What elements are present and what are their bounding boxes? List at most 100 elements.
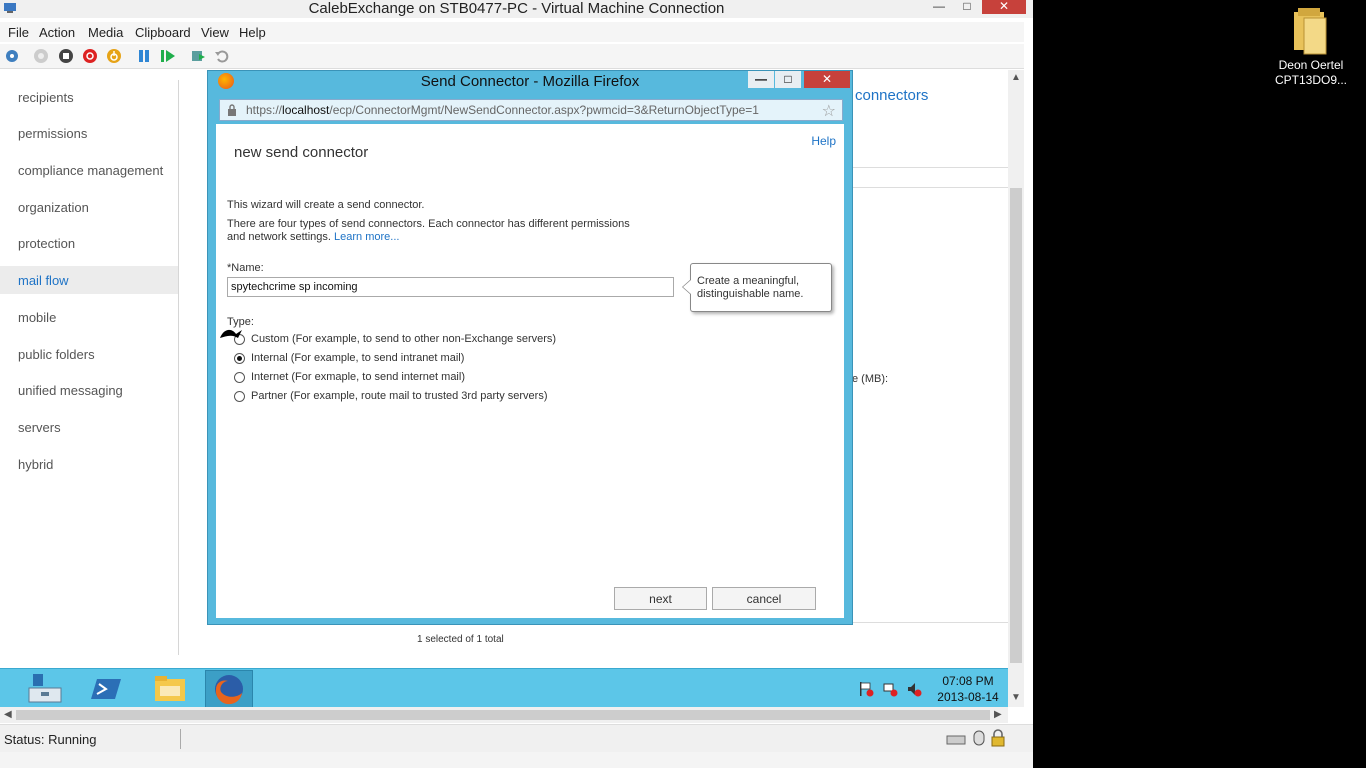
wizard-heading: new send connector bbox=[234, 144, 369, 161]
ctrl-alt-del-icon[interactable] bbox=[4, 48, 20, 64]
divider bbox=[853, 167, 1008, 168]
nav-organization[interactable]: organization bbox=[18, 200, 89, 215]
scroll-right-arrow-icon[interactable]: ▶ bbox=[994, 709, 1002, 720]
nav-protection[interactable]: protection bbox=[18, 236, 75, 251]
mouse-icon bbox=[973, 730, 985, 746]
shut-down-icon[interactable] bbox=[82, 48, 98, 64]
firefox-minimize-button[interactable]: — bbox=[748, 71, 774, 88]
firefox-taskbar-button[interactable] bbox=[205, 670, 253, 708]
radio-internal[interactable] bbox=[234, 353, 245, 364]
vertical-scroll-thumb[interactable] bbox=[1010, 188, 1022, 663]
menu-help[interactable]: Help bbox=[239, 25, 266, 40]
tab-connectors[interactable]: connectors bbox=[855, 87, 928, 104]
wizard-page: Help new send connector This wizard will… bbox=[216, 124, 844, 618]
name-field[interactable] bbox=[227, 277, 674, 297]
nav-servers[interactable]: servers bbox=[18, 420, 61, 435]
firefox-close-button[interactable]: ✕ bbox=[804, 71, 850, 88]
maximize-button[interactable]: □ bbox=[958, 0, 976, 14]
vm-toolbar bbox=[0, 44, 1024, 69]
cancel-button[interactable]: cancel bbox=[712, 587, 816, 610]
nav-public-folders[interactable]: public folders bbox=[18, 347, 95, 362]
nav-mail-flow[interactable]: mail flow bbox=[18, 273, 69, 288]
scroll-down-arrow-icon[interactable]: ▼ bbox=[1011, 692, 1021, 703]
wizard-intro: This wizard will create a send connector… bbox=[227, 199, 425, 211]
clock-time: 07:08 PM bbox=[942, 674, 994, 688]
file-explorer-icon[interactable] bbox=[146, 670, 194, 708]
radio-internet-label: Internet (For exmaple, to send internet … bbox=[251, 371, 465, 383]
radio-internet[interactable] bbox=[234, 372, 245, 383]
busy-cursor-icon bbox=[220, 329, 242, 338]
minimize-button[interactable]: — bbox=[930, 0, 948, 14]
firefox-maximize-button[interactable]: □ bbox=[775, 71, 801, 88]
nav-compliance-management[interactable]: compliance management bbox=[18, 163, 163, 178]
start-icon[interactable] bbox=[33, 48, 49, 64]
checkpoint-icon[interactable] bbox=[190, 48, 206, 64]
action-center-flag-icon[interactable] bbox=[858, 681, 874, 697]
vm-status-text: Status: Running bbox=[4, 732, 97, 747]
menu-action[interactable]: Action bbox=[39, 25, 75, 40]
vm-menubar: File Action Media Clipboard View Help bbox=[0, 22, 1024, 42]
revert-icon[interactable] bbox=[214, 48, 230, 64]
desktop-folder-label[interactable]: Deon Oertel CPT13DO9... bbox=[1262, 58, 1360, 88]
next-button[interactable]: next bbox=[614, 587, 707, 610]
tooltip-line2: distinguishable name. bbox=[697, 288, 804, 300]
radio-partner-label: Partner (For example, route mail to trus… bbox=[251, 390, 548, 402]
url-text[interactable]: https://localhost/ecp/ConnectorMgmt/NewS… bbox=[246, 103, 759, 117]
desktop-folder-label-line2: CPT13DO9... bbox=[1274, 73, 1348, 87]
horizontal-scrollbar[interactable]: ◀ ▶ bbox=[0, 707, 1008, 723]
help-link[interactable]: Help bbox=[811, 134, 836, 148]
learn-more-link[interactable]: Learn more... bbox=[334, 231, 399, 243]
powershell-icon[interactable] bbox=[83, 670, 131, 708]
lock-icon bbox=[228, 104, 236, 116]
nav-hybrid[interactable]: hybrid bbox=[18, 457, 53, 472]
vertical-scrollbar[interactable]: ▲ ▼ bbox=[1008, 70, 1024, 707]
resume-icon[interactable] bbox=[160, 48, 176, 64]
menu-clipboard[interactable]: Clipboard bbox=[135, 25, 191, 40]
desktop-folder-label-line1: Deon Oertel bbox=[1278, 58, 1344, 72]
scroll-left-arrow-icon[interactable]: ◀ bbox=[4, 709, 12, 720]
scroll-up-arrow-icon[interactable]: ▲ bbox=[1011, 72, 1021, 83]
details-field-label: e (MB): bbox=[852, 373, 889, 385]
radio-internal-label: Internal (For example, to send intranet … bbox=[251, 352, 465, 364]
radio-custom-label: Custom (For example, to send to other no… bbox=[251, 333, 557, 345]
lock-status-icon bbox=[991, 729, 1005, 747]
url-host: localhost bbox=[282, 103, 330, 117]
clock-date: 2013-08-14 bbox=[937, 690, 999, 704]
folder-icon[interactable] bbox=[1290, 6, 1330, 56]
turn-off-icon[interactable] bbox=[58, 48, 74, 64]
guest-taskbar: 07:08 PM 2013-08-14 bbox=[0, 668, 1008, 708]
menu-media[interactable]: Media bbox=[88, 25, 123, 40]
volume-muted-icon[interactable] bbox=[906, 681, 922, 697]
vm-connection-window: CalebExchange on STB0477-PC - Virtual Ma… bbox=[0, 0, 1033, 768]
menu-file[interactable]: File bbox=[8, 25, 29, 40]
wizard-description-line2: and network settings. bbox=[227, 231, 331, 243]
address-bar[interactable]: https://localhost/ecp/ConnectorMgmt/NewS… bbox=[219, 99, 843, 121]
url-prefix: https:// bbox=[246, 103, 283, 117]
status-separator bbox=[180, 729, 181, 749]
nav-unified-messaging[interactable]: unified messaging bbox=[18, 383, 123, 398]
selection-count: 1 selected of 1 total bbox=[417, 634, 504, 645]
vm-statusbar: Status: Running bbox=[0, 724, 1033, 752]
network-icon[interactable] bbox=[882, 681, 898, 697]
radio-partner[interactable] bbox=[234, 391, 245, 402]
nav-recipients[interactable]: recipients bbox=[18, 90, 74, 105]
tooltip-line1: Create a meaningful, bbox=[697, 275, 800, 287]
wizard-description-line1: There are four types of send connectors.… bbox=[227, 218, 630, 230]
horizontal-scroll-thumb[interactable] bbox=[16, 710, 990, 720]
nav-mobile[interactable]: mobile bbox=[18, 310, 56, 325]
divider bbox=[853, 187, 1008, 188]
nav-permissions[interactable]: permissions bbox=[18, 126, 87, 141]
screen: CalebExchange on STB0477-PC - Virtual Ma… bbox=[0, 0, 1366, 768]
firefox-dialog: Send Connector - Mozilla Firefox — □ ✕ h… bbox=[207, 70, 853, 625]
power-icon[interactable] bbox=[106, 48, 122, 64]
close-button[interactable]: ✕ bbox=[982, 0, 1026, 14]
server-manager-icon[interactable] bbox=[21, 670, 69, 708]
name-tooltip: Create a meaningful, distinguishable nam… bbox=[682, 263, 832, 312]
pause-icon[interactable] bbox=[136, 48, 152, 64]
vm-window-title: CalebExchange on STB0477-PC - Virtual Ma… bbox=[308, 0, 725, 17]
taskbar-clock[interactable]: 07:08 PM 2013-08-14 bbox=[936, 673, 1000, 705]
menu-view[interactable]: View bbox=[201, 25, 229, 40]
wizard-description: There are four types of send connectors.… bbox=[227, 218, 630, 244]
firefox-icon bbox=[215, 675, 243, 705]
bookmark-star-icon[interactable]: ☆ bbox=[822, 101, 836, 121]
